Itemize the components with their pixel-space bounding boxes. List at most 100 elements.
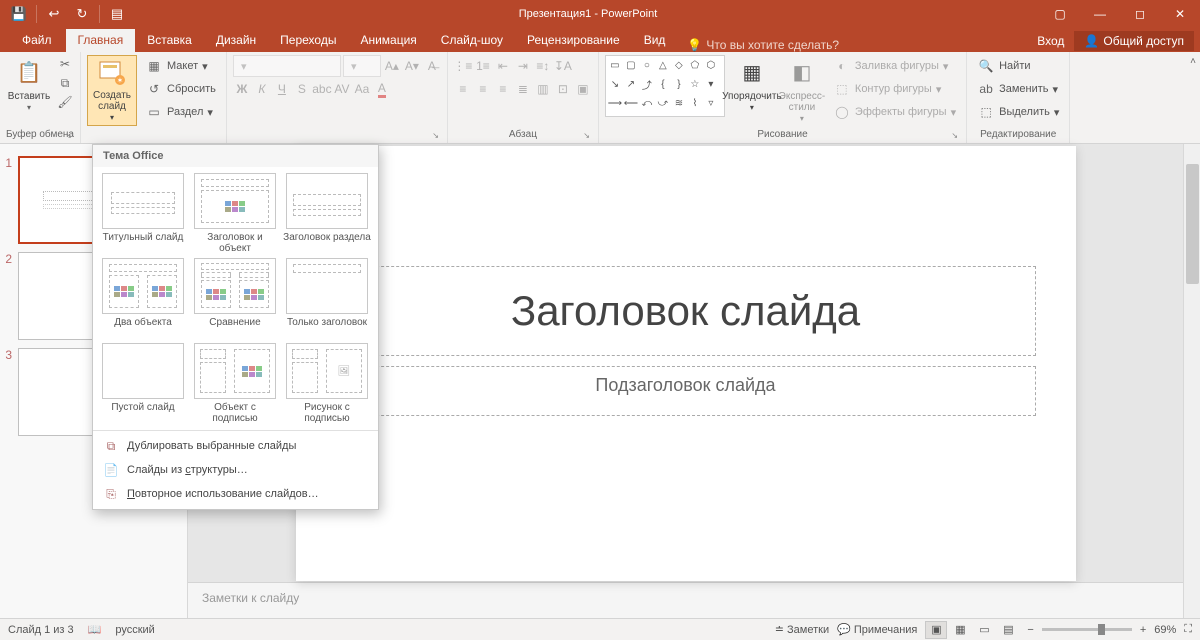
decrease-font-icon[interactable]: A▾: [403, 57, 421, 75]
save-icon[interactable]: 💾: [6, 2, 32, 26]
clipboard-launcher-icon[interactable]: ↘: [65, 129, 72, 142]
cut-icon[interactable]: ✂: [56, 55, 74, 73]
decrease-indent-icon[interactable]: ⇤: [494, 57, 512, 75]
copy-icon[interactable]: ⧉: [56, 74, 74, 92]
sign-in-link[interactable]: Вход: [1027, 30, 1074, 52]
char-spacing-icon[interactable]: AV: [333, 80, 351, 98]
duplicate-slides-item[interactable]: ⧉ Дублировать выбранные слайды: [93, 434, 378, 458]
justify-icon[interactable]: ≣: [514, 80, 532, 98]
reuse-slides-item[interactable]: ⎘ Повторное использование слайдов…: [93, 482, 378, 506]
fit-window-icon[interactable]: ⛶: [1184, 623, 1192, 636]
font-color-icon[interactable]: A: [373, 80, 391, 98]
tab-review[interactable]: Рецензирование: [515, 29, 632, 52]
reading-view-icon[interactable]: ▭: [973, 621, 995, 639]
layout-two-content[interactable]: Два объекта: [99, 258, 187, 339]
notes-pane[interactable]: Заметки к слайду: [188, 582, 1183, 618]
arrange-button[interactable]: ▦ Упорядочить▾: [729, 55, 775, 113]
format-painter-icon[interactable]: 🖌: [56, 93, 74, 111]
layout-content-caption[interactable]: Объект с подписью: [191, 343, 279, 424]
layout-blank[interactable]: Пустой слайд: [99, 343, 187, 424]
align-left-icon[interactable]: ≡: [454, 80, 472, 98]
comments-toggle[interactable]: 💬 Примечания: [837, 623, 917, 636]
select-button[interactable]: ⬚Выделить ▾: [973, 101, 1063, 123]
layout-title-slide[interactable]: Титульный слайд: [99, 173, 187, 254]
tab-view[interactable]: Вид: [632, 29, 678, 52]
font-launcher-icon[interactable]: ↘: [432, 129, 439, 142]
redo-icon[interactable]: ↻: [69, 2, 95, 26]
paste-button[interactable]: 📋 Вставить ▾: [6, 55, 52, 113]
underline-icon[interactable]: Ч: [273, 80, 291, 98]
slideshow-view-icon[interactable]: ▤: [997, 621, 1019, 639]
undo-icon[interactable]: ↩: [41, 2, 67, 26]
start-from-beginning-icon[interactable]: ▤: [104, 2, 130, 26]
maximize-icon[interactable]: ◻: [1120, 0, 1160, 28]
shape-effects-button[interactable]: ◯Эффекты фигуры ▾: [829, 101, 960, 123]
zoom-level[interactable]: 69%: [1154, 624, 1176, 636]
notes-toggle[interactable]: ≐ Заметки: [775, 623, 829, 636]
quick-styles-button[interactable]: ◧ Экспресс-стили▾: [779, 55, 825, 124]
layout-title-only[interactable]: Только заголовок: [283, 258, 371, 339]
slide-canvas[interactable]: Заголовок слайда Подзаголовок слайда: [296, 146, 1076, 581]
bold-icon[interactable]: Ж: [233, 80, 251, 98]
tell-me-search[interactable]: 💡 Что вы хотите сделать?: [677, 38, 839, 52]
reset-button[interactable]: ↺Сбросить: [141, 78, 220, 100]
tab-slideshow[interactable]: Слайд-шоу: [429, 29, 515, 52]
collapse-ribbon-icon[interactable]: ˄: [1190, 56, 1196, 67]
columns-icon[interactable]: ▥: [534, 80, 552, 98]
italic-icon[interactable]: К: [253, 80, 271, 98]
bullets-icon[interactable]: ⋮≡: [454, 57, 472, 75]
tab-design[interactable]: Дизайн: [204, 29, 268, 52]
smartart-icon[interactable]: ▣: [574, 80, 592, 98]
share-button[interactable]: 👤 Общий доступ: [1074, 31, 1194, 51]
clear-format-icon[interactable]: A̶: [423, 57, 441, 75]
layout-button[interactable]: ▦Макет ▾: [141, 55, 220, 77]
drawing-launcher-icon[interactable]: ↘: [951, 129, 958, 142]
spell-check-icon[interactable]: 📖: [88, 623, 102, 636]
layout-picture-caption[interactable]: 🖼 Рисунок с подписью: [283, 343, 371, 424]
new-slide-button[interactable]: ✶ Создать слайд ▾: [87, 55, 137, 126]
ribbon-options-icon[interactable]: ▢: [1040, 0, 1080, 28]
font-size-combo[interactable]: ▾: [343, 55, 381, 77]
align-center-icon[interactable]: ≡: [474, 80, 492, 98]
title-placeholder[interactable]: Заголовок слайда: [336, 266, 1036, 356]
change-case-icon[interactable]: Aa: [353, 80, 371, 98]
slide-count[interactable]: Слайд 1 из 3: [8, 624, 74, 636]
slides-from-outline-item[interactable]: 📄 Слайды из структуры…: [93, 458, 378, 482]
shapes-gallery[interactable]: ▭▢○△◇⬠⬡ ↘↗⤴{}☆▾ ⟶⟵⤺⤻≋⌇▿: [605, 55, 725, 117]
quick-access-toolbar: 💾 ↩ ↻ ▤: [0, 2, 136, 26]
language-indicator[interactable]: русский: [115, 624, 154, 636]
shadow-icon[interactable]: S: [293, 80, 311, 98]
font-family-combo[interactable]: ▾: [233, 55, 341, 77]
paragraph-launcher-icon[interactable]: ↘: [583, 129, 590, 142]
tab-insert[interactable]: Вставка: [135, 29, 204, 52]
find-button[interactable]: 🔍Найти: [973, 55, 1063, 77]
layout-comparison[interactable]: Сравнение: [191, 258, 279, 339]
zoom-in-icon[interactable]: +: [1140, 624, 1146, 636]
layout-title-content[interactable]: Заголовок и объект: [191, 173, 279, 254]
vertical-scrollbar[interactable]: [1183, 144, 1200, 618]
zoom-out-icon[interactable]: −: [1027, 624, 1033, 636]
close-icon[interactable]: ✕: [1160, 0, 1200, 28]
sorter-view-icon[interactable]: ▦: [949, 621, 971, 639]
strike-icon[interactable]: abc: [313, 80, 331, 98]
text-direction-icon[interactable]: ↧A: [554, 57, 572, 75]
numbering-icon[interactable]: 1≡: [474, 57, 492, 75]
replace-button[interactable]: abЗаменить ▾: [973, 78, 1063, 100]
tab-home[interactable]: Главная: [66, 29, 136, 52]
tab-file[interactable]: Файл: [8, 29, 66, 52]
tab-transitions[interactable]: Переходы: [268, 29, 348, 52]
subtitle-placeholder[interactable]: Подзаголовок слайда: [336, 366, 1036, 416]
increase-indent-icon[interactable]: ⇥: [514, 57, 532, 75]
zoom-slider[interactable]: [1042, 628, 1132, 631]
normal-view-icon[interactable]: ▣: [925, 621, 947, 639]
increase-font-icon[interactable]: A▴: [383, 57, 401, 75]
tab-animations[interactable]: Анимация: [348, 29, 428, 52]
section-button[interactable]: ▭Раздел ▾: [141, 101, 220, 123]
align-text-icon[interactable]: ⊡: [554, 80, 572, 98]
minimize-icon[interactable]: —: [1080, 0, 1120, 28]
align-right-icon[interactable]: ≡: [494, 80, 512, 98]
layout-section-header[interactable]: Заголовок раздела: [283, 173, 371, 254]
shape-outline-button[interactable]: ⬚Контур фигуры ▾: [829, 78, 960, 100]
shape-fill-button[interactable]: ◐Заливка фигуры ▾: [829, 55, 960, 77]
line-spacing-icon[interactable]: ≡↕: [534, 57, 552, 75]
